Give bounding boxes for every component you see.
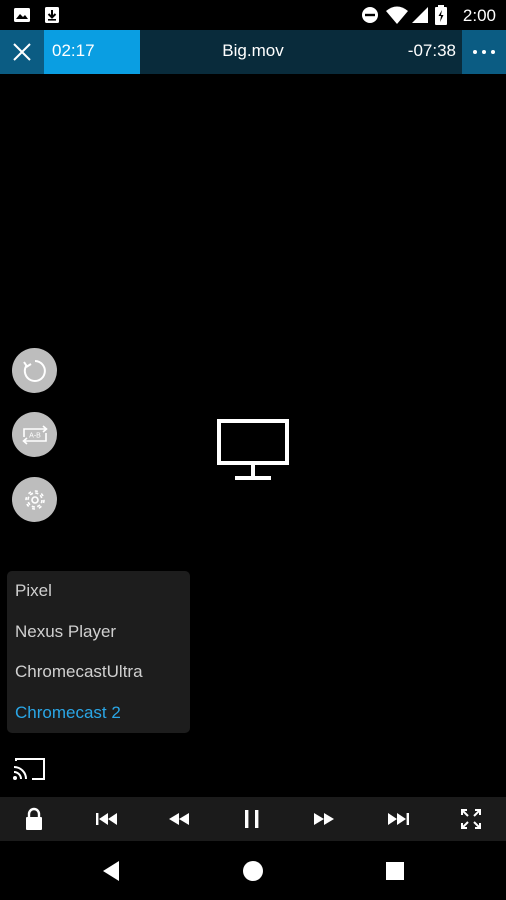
cast-device-list: Pixel Nexus Player ChromecastUltra Chrom… xyxy=(7,571,190,733)
fullscreen-button[interactable] xyxy=(449,797,493,841)
skip-previous-icon xyxy=(96,813,117,825)
home-button[interactable] xyxy=(231,849,275,893)
remaining-time: -07:38 xyxy=(407,41,456,60)
fullscreen-icon xyxy=(461,809,481,829)
more-icon xyxy=(473,50,495,54)
do-not-disturb-icon xyxy=(362,7,378,23)
device-item-chromecast-2[interactable]: Chromecast 2 xyxy=(7,693,190,734)
device-item-pixel[interactable]: Pixel xyxy=(7,571,190,612)
device-item-nexus-player[interactable]: Nexus Player xyxy=(7,612,190,653)
settings-icon xyxy=(24,489,45,510)
playback-controls xyxy=(0,797,506,841)
tv-icon xyxy=(217,419,289,480)
image-icon xyxy=(14,8,30,22)
rewind-icon xyxy=(169,813,189,825)
player-top-bar: 02:17 Big.mov -07:38 xyxy=(0,30,506,74)
settings-button[interactable] xyxy=(12,477,57,522)
skip-previous-button[interactable] xyxy=(85,797,129,841)
cast-icon[interactable] xyxy=(12,756,46,782)
svg-text:A-B: A-B xyxy=(29,432,41,439)
device-item-chromecast-ultra[interactable]: ChromecastUltra xyxy=(7,652,190,693)
ab-repeat-button[interactable]: A-B xyxy=(12,412,57,457)
fast-forward-icon xyxy=(314,813,334,825)
rotate-icon xyxy=(22,359,46,382)
battery-icon xyxy=(435,5,447,25)
pause-button[interactable] xyxy=(230,797,274,841)
recents-icon xyxy=(386,862,404,880)
more-options-button[interactable] xyxy=(462,30,506,74)
rotate-button[interactable] xyxy=(12,348,57,393)
system-nav-bar xyxy=(0,841,506,900)
close-button[interactable] xyxy=(0,30,44,74)
status-time: 2:00 xyxy=(462,6,496,25)
back-button[interactable] xyxy=(89,849,133,893)
status-bar: 2:00 xyxy=(0,0,506,30)
skip-next-button[interactable] xyxy=(376,797,420,841)
fast-forward-button[interactable] xyxy=(302,797,346,841)
signal-icon xyxy=(412,7,428,23)
close-icon xyxy=(13,43,31,61)
wifi-icon xyxy=(386,6,408,24)
video-title: Big.mov xyxy=(222,41,284,60)
skip-next-icon xyxy=(388,813,409,825)
lock-button[interactable] xyxy=(12,797,56,841)
back-icon xyxy=(103,861,119,881)
home-icon xyxy=(243,861,263,881)
rewind-button[interactable] xyxy=(157,797,201,841)
lock-icon xyxy=(26,807,42,830)
pause-icon xyxy=(245,810,259,828)
download-icon xyxy=(45,7,59,23)
ab-repeat-icon: A-B xyxy=(21,424,48,445)
elapsed-time: 02:17 xyxy=(52,41,95,60)
recents-button[interactable] xyxy=(373,849,417,893)
